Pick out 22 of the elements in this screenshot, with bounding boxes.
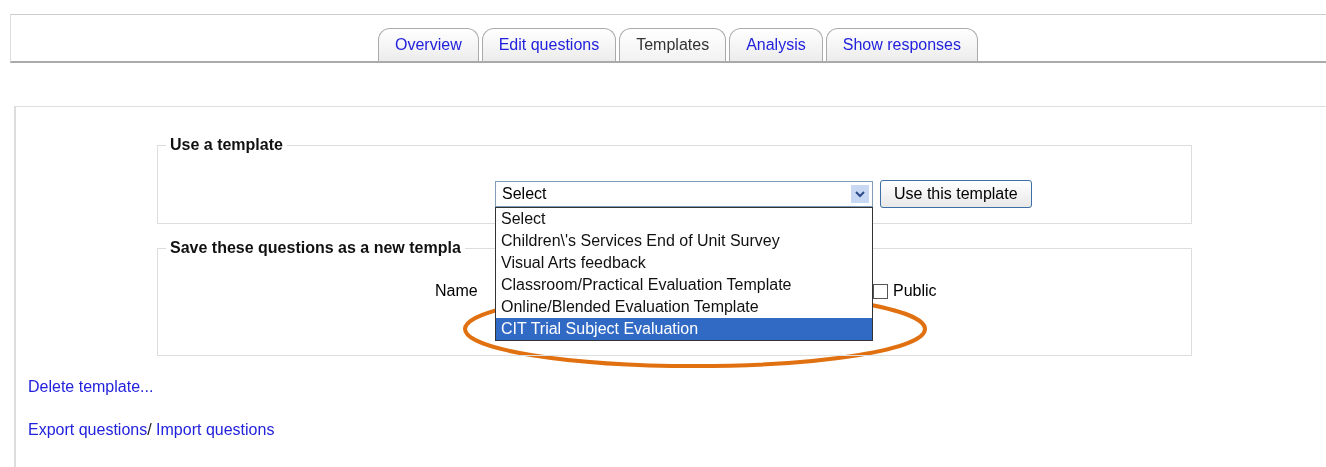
public-checkbox[interactable] [873, 283, 888, 299]
public-label: Public [893, 282, 937, 300]
tab[interactable]: Analysis [729, 28, 823, 61]
fieldset-legend: Save these questions as a new templa [166, 239, 465, 257]
tab[interactable]: Overview [378, 28, 479, 61]
dropdown-option[interactable]: Online/Blended Evaluation Template [496, 296, 872, 318]
tab[interactable]: Templates [619, 28, 727, 61]
dropdown-option[interactable]: Classroom/Practical Evaluation Template [496, 274, 872, 296]
use-template-button[interactable]: Use this template [880, 180, 1032, 208]
import-questions-link[interactable]: Import questions [156, 421, 275, 438]
dropdown-option[interactable]: CIT Trial Subject Evaluation [496, 318, 872, 340]
template-dropdown[interactable]: Select [495, 181, 873, 207]
tab[interactable]: Show responses [825, 28, 978, 61]
link-separator: / [147, 421, 152, 438]
fieldset-legend: Use a template [166, 136, 287, 154]
dropdown-option[interactable]: Select [496, 208, 872, 230]
dropdown-option[interactable]: Children\'s Services End of Unit Survey [496, 230, 872, 252]
tab[interactable]: Edit questions [481, 28, 617, 61]
dropdown-option[interactable]: Visual Arts feedback [496, 252, 872, 274]
delete-template-link[interactable]: Delete template... [28, 378, 154, 395]
export-questions-link[interactable]: Export questions [28, 421, 148, 438]
name-label: Name [435, 282, 479, 300]
